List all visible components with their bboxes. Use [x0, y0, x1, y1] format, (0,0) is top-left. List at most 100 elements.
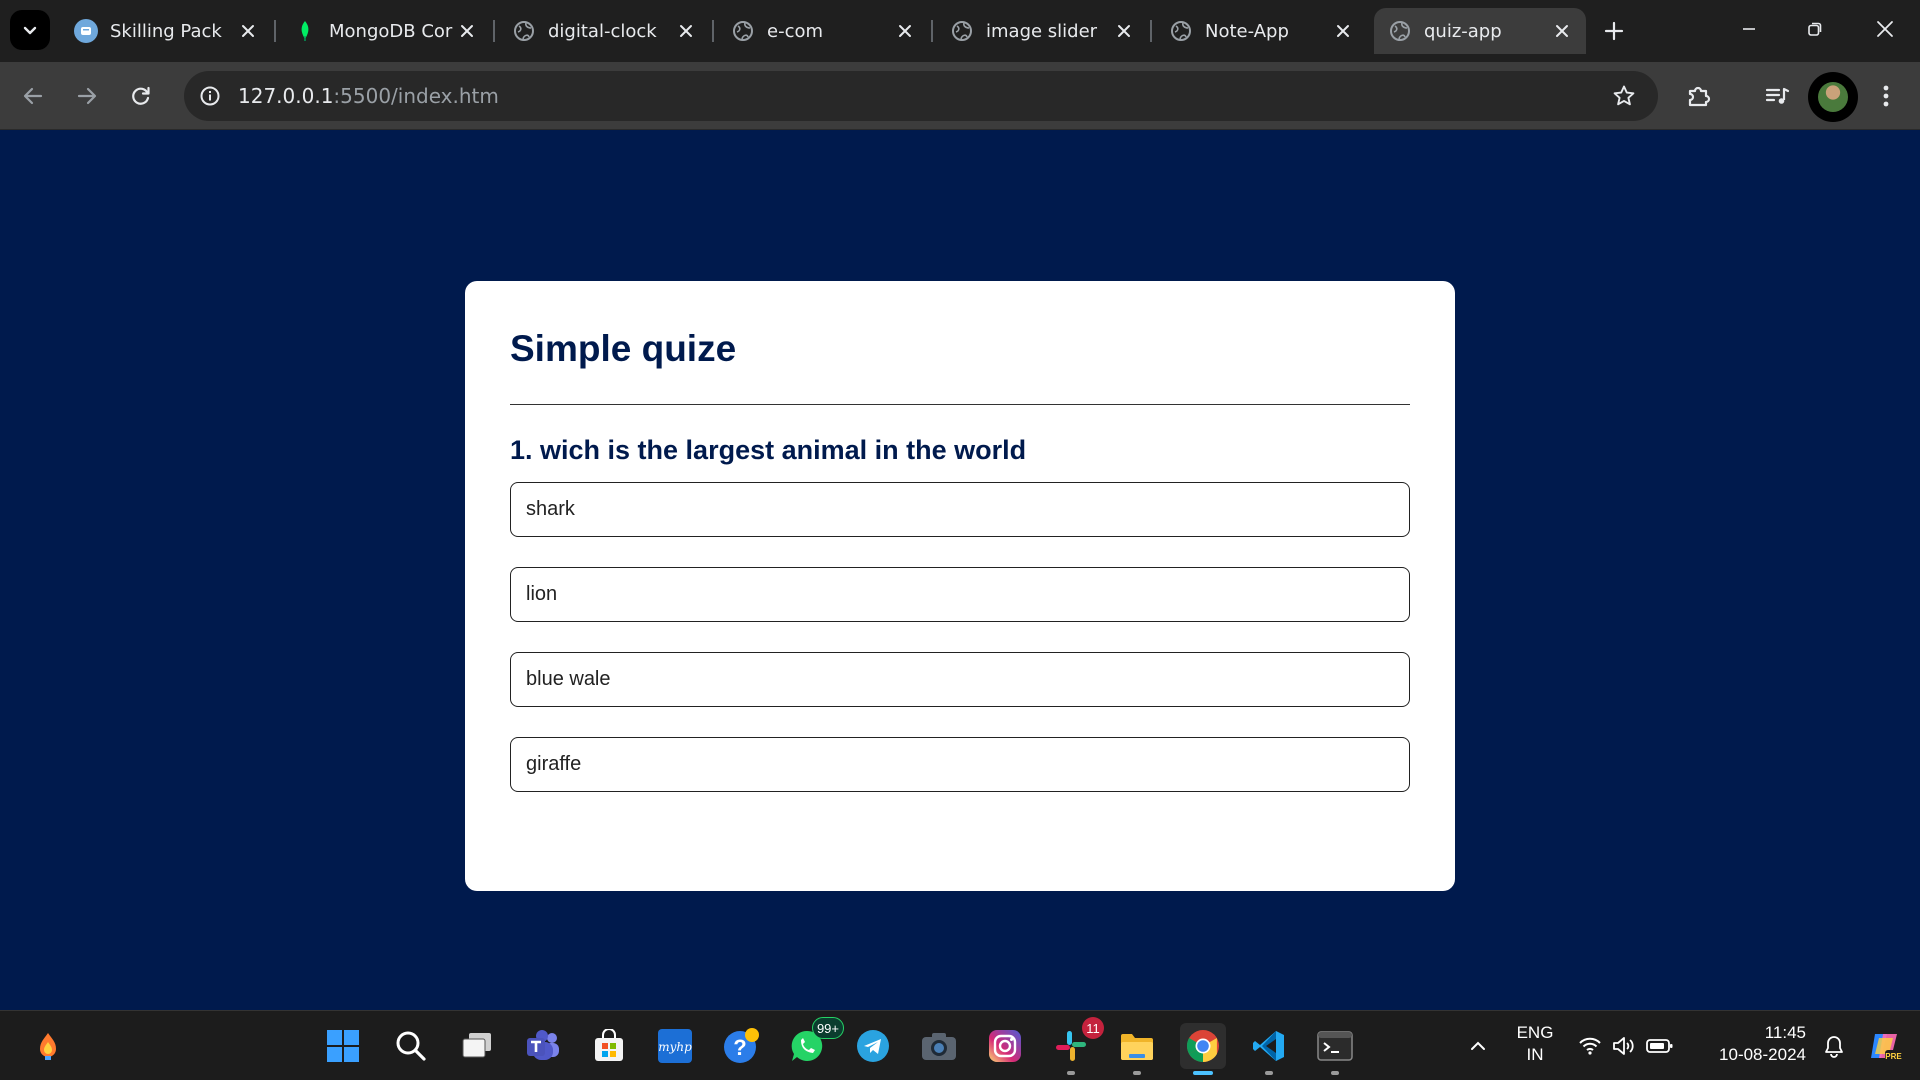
answer-button-shark[interactable]: shark [510, 482, 1410, 537]
taskbar-app-telegram[interactable] [850, 1023, 896, 1069]
tab-title: Skilling Pack [110, 20, 222, 42]
start-button[interactable] [320, 1023, 366, 1069]
close-tab-icon[interactable] [1548, 17, 1576, 45]
arrow-left-icon [23, 87, 43, 105]
minimize-button[interactable] [1716, 0, 1782, 58]
chrome-icon [1186, 1030, 1219, 1062]
taskbar-app-instagram[interactable] [982, 1023, 1028, 1069]
running-indicator [1067, 1071, 1075, 1075]
taskbar-app-whatsapp[interactable]: 99+ [784, 1017, 844, 1069]
site-info-icon[interactable] [192, 78, 228, 114]
tab-title: digital-clock [548, 20, 657, 42]
taskbar-app-get-help[interactable]: ? [718, 1023, 764, 1069]
media-controls-button[interactable] [1757, 76, 1797, 116]
task-view-button[interactable] [454, 1023, 500, 1069]
taskbar-app-vscode[interactable] [1246, 1023, 1292, 1075]
microsoft-store-icon [595, 1029, 623, 1061]
tab-separator [931, 20, 933, 42]
tab-digital-clock[interactable]: digital-clock [498, 8, 710, 54]
close-tab-icon[interactable] [1329, 17, 1357, 45]
restore-button[interactable] [1782, 0, 1848, 58]
tab-separator [493, 20, 495, 42]
answer-list: shark lion blue wale giraffe [510, 482, 1410, 792]
reload-button[interactable] [121, 76, 161, 116]
clock[interactable]: 11:45 10-08-2024 [1690, 1022, 1806, 1066]
quiz-card: Simple quize 1. wich is the largest anim… [465, 281, 1455, 891]
chevron-down-icon [23, 26, 37, 35]
taskbar-app-terminal[interactable] [1312, 1023, 1358, 1075]
close-icon [1877, 21, 1893, 37]
answer-button-giraffe[interactable]: giraffe [510, 737, 1410, 792]
tab-title: quiz-app [1424, 20, 1502, 42]
show-hidden-icons-button[interactable] [1456, 1023, 1500, 1069]
globe-icon [1169, 19, 1193, 43]
close-tab-icon[interactable] [453, 17, 481, 45]
tab-title: MongoDB Cor [329, 20, 453, 42]
avatar [1818, 82, 1848, 112]
instagram-icon [989, 1030, 1021, 1062]
search-button[interactable] [388, 1023, 434, 1069]
tab-quiz-app[interactable]: quiz-app [1374, 8, 1586, 54]
windows-logo-icon [327, 1030, 359, 1062]
vscode-icon [1253, 1031, 1284, 1061]
tab-mongodb[interactable]: MongoDB Cor [279, 8, 491, 54]
url-text[interactable]: 127.0.0.1:5500/index.htm [238, 84, 499, 108]
notification-badge: 99+ [811, 1017, 844, 1039]
copilot-icon: PRE [1871, 1034, 1902, 1062]
tab-image-slider[interactable]: image slider [936, 8, 1148, 54]
forward-button[interactable] [67, 76, 107, 116]
tab-separator [712, 20, 714, 42]
clock-date: 10-08-2024 [1719, 1045, 1806, 1064]
search-icon [396, 1031, 426, 1061]
puzzle-piece-icon [1688, 86, 1711, 107]
notification-center-button[interactable] [1814, 1023, 1854, 1069]
quick-settings-button[interactable] [1570, 1023, 1682, 1069]
bell-icon [1825, 1036, 1843, 1058]
tab-e-com[interactable]: e-com [717, 8, 929, 54]
taskbar-app-store[interactable] [586, 1023, 632, 1069]
close-tab-icon[interactable] [672, 17, 700, 45]
browser-tab-strip: Skilling Pack MongoDB Cor digital-clock … [0, 0, 1920, 62]
taskbar-app-myhp[interactable]: myhp [652, 1023, 698, 1069]
answer-button-blue-wale[interactable]: blue wale [510, 652, 1410, 707]
widgets-button[interactable] [25, 1023, 71, 1069]
copilot-button[interactable]: PRE [1860, 1023, 1910, 1069]
language-code: ENG [1516, 1023, 1554, 1042]
taskbar-app-teams[interactable] [520, 1023, 566, 1069]
weather-widget-icon [40, 1033, 56, 1060]
tab-search-button[interactable] [10, 10, 50, 50]
help-icon: ? [724, 1028, 759, 1063]
profile-avatar-button[interactable] [1808, 72, 1858, 122]
new-tab-button[interactable] [1596, 13, 1632, 49]
input-language-indicator[interactable]: ENG IN [1508, 1022, 1562, 1066]
taskbar-app-camera[interactable] [916, 1023, 962, 1069]
plus-icon [1604, 21, 1624, 41]
running-indicator [1133, 1071, 1141, 1075]
taskbar-app-slack[interactable]: 11 [1048, 1017, 1104, 1075]
answer-button-lion[interactable]: lion [510, 567, 1410, 622]
extensions-button[interactable] [1679, 76, 1719, 116]
mongodb-leaf-icon [293, 19, 317, 43]
back-button[interactable] [13, 76, 53, 116]
close-tab-icon[interactable] [1110, 17, 1138, 45]
reload-icon [132, 86, 150, 105]
telegram-icon [857, 1030, 889, 1062]
taskbar-app-file-explorer[interactable] [1114, 1023, 1160, 1075]
close-tab-icon[interactable] [234, 17, 262, 45]
taskbar-app-chrome[interactable] [1180, 1023, 1226, 1075]
tab-skilling-pack[interactable]: Skilling Pack [60, 8, 272, 54]
globe-icon [731, 19, 755, 43]
battery-icon [1646, 1039, 1673, 1053]
close-tab-icon[interactable] [891, 17, 919, 45]
task-view-icon [462, 1033, 491, 1058]
volume-icon [1613, 1037, 1634, 1055]
browser-menu-button[interactable] [1866, 76, 1906, 116]
bookmark-star-icon[interactable] [1606, 78, 1642, 114]
terminal-icon [1317, 1031, 1353, 1061]
close-window-button[interactable] [1852, 0, 1918, 58]
address-bar[interactable]: 127.0.0.1:5500/index.htm [184, 71, 1658, 121]
url-path: :5500/index.htm [333, 84, 499, 108]
clock-time: 11:45 [1764, 1023, 1806, 1042]
tab-note-app[interactable]: Note-App [1155, 8, 1367, 54]
globe-icon [950, 19, 974, 43]
